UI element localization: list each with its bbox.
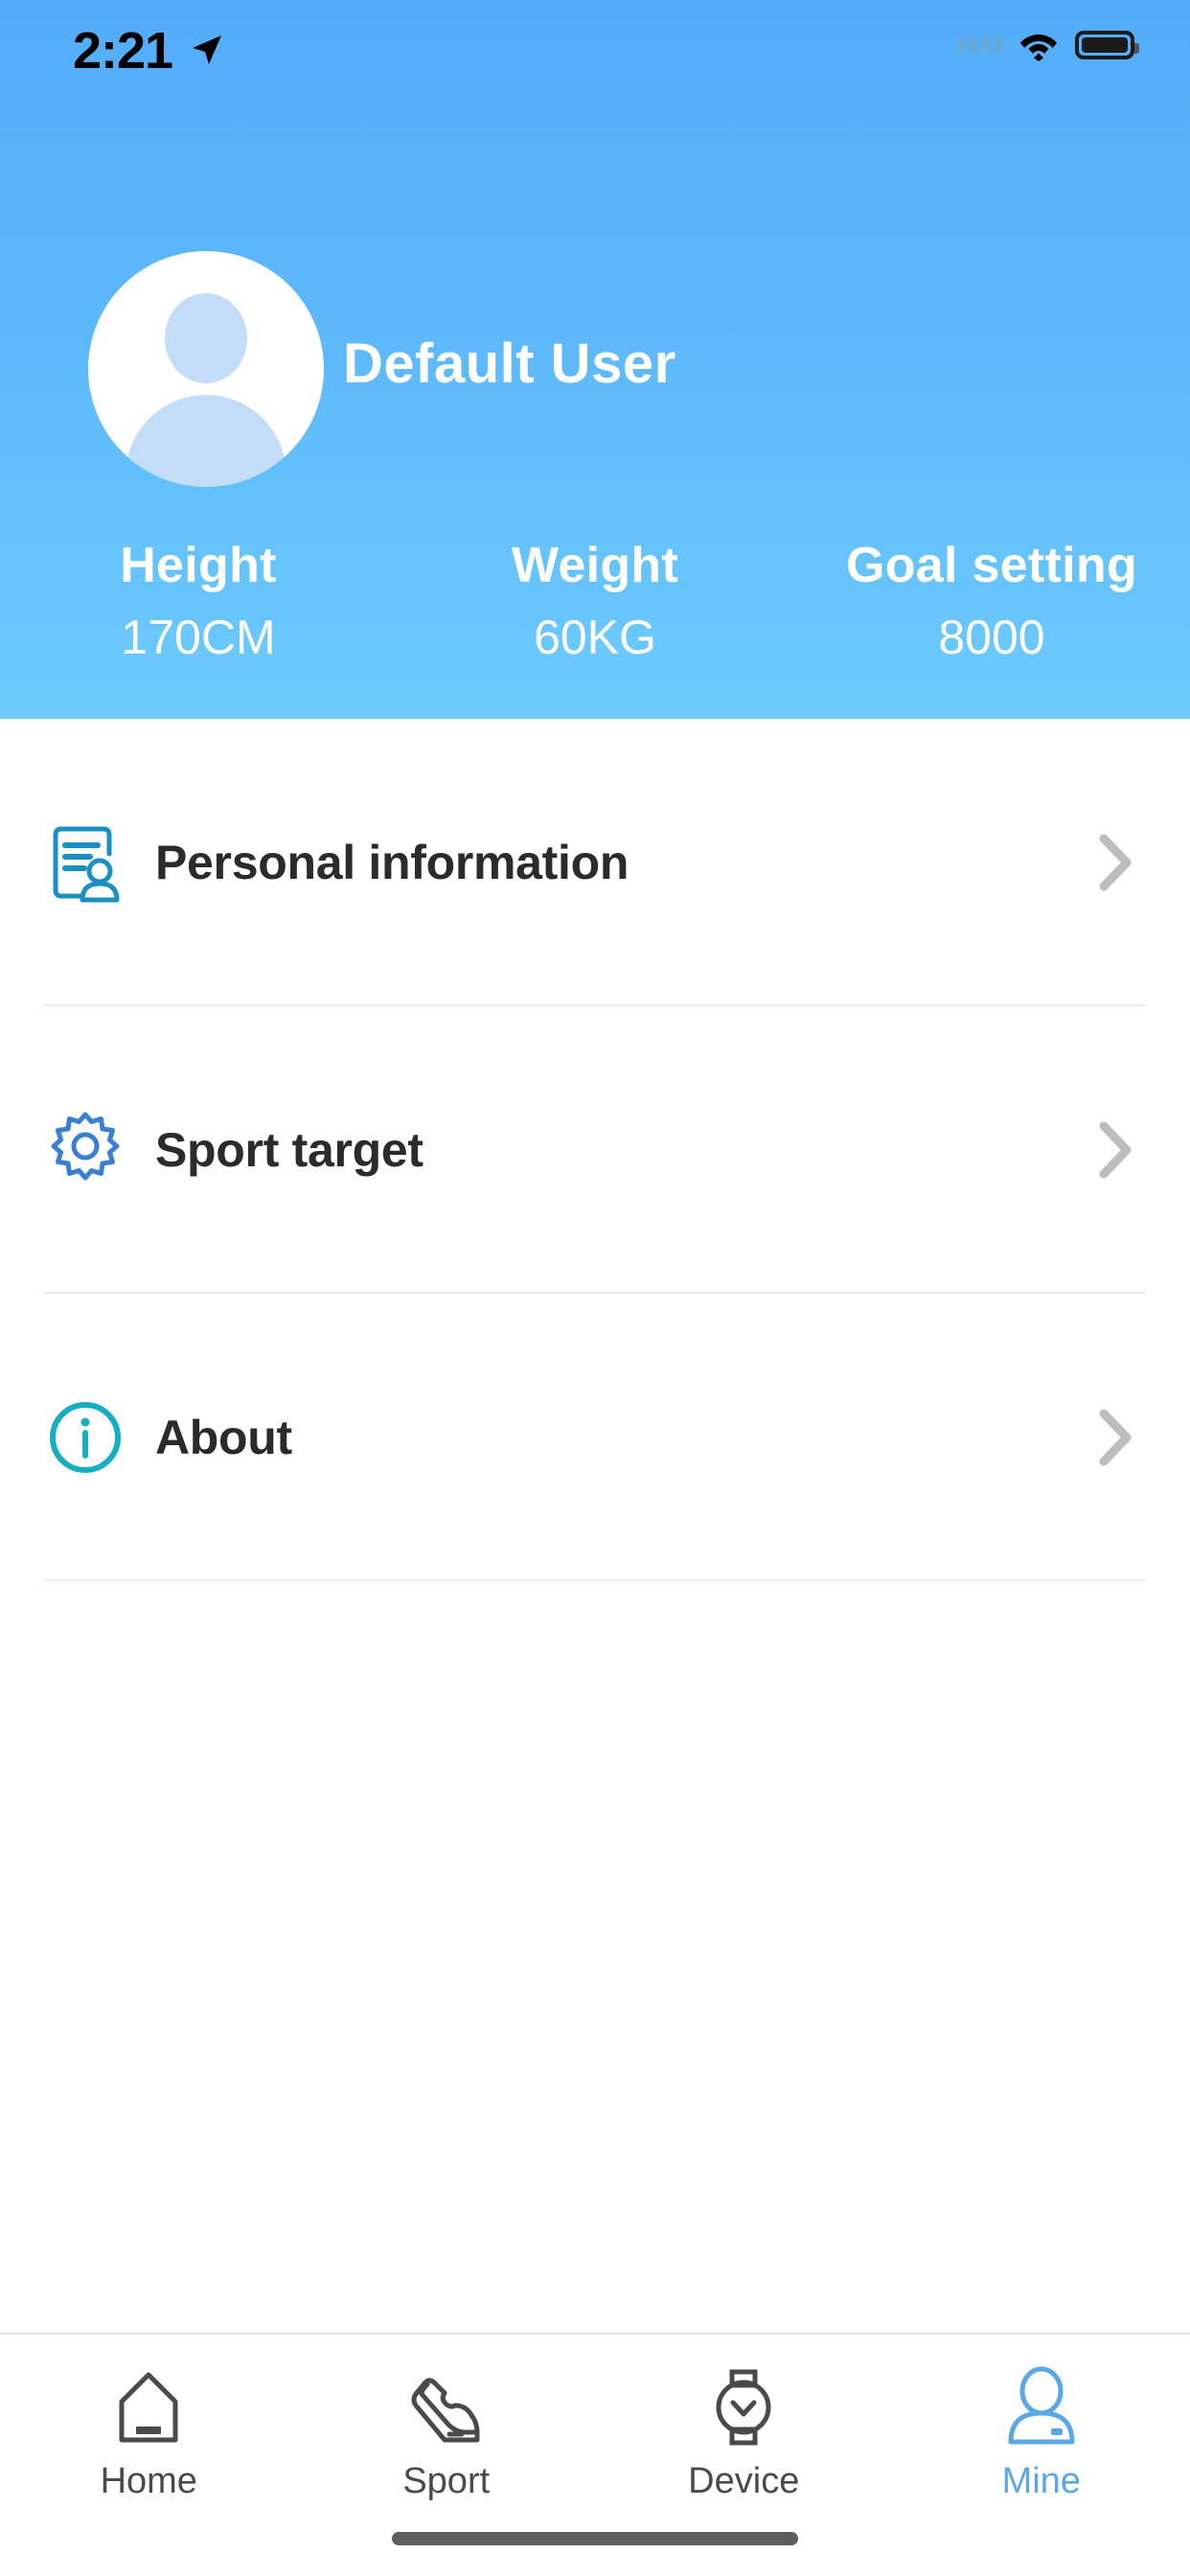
avatar[interactable] (88, 251, 324, 487)
tab-label: Home (100, 2461, 197, 2501)
settings-menu: Personal information Sport target About (0, 719, 1190, 1581)
watch-icon (699, 2363, 788, 2451)
shoe-icon (402, 2363, 491, 2451)
status-bar: 2:21 (0, 0, 1190, 105)
home-indicator[interactable] (392, 2532, 798, 2545)
menu-item-label: About (155, 1411, 292, 1464)
menu-item-about[interactable]: About (0, 1294, 1190, 1581)
tab-label: Device (688, 2461, 800, 2501)
chevron-right-icon[interactable] (1096, 833, 1134, 892)
stat-value: 170CM (121, 610, 276, 664)
status-time: 2:21 (73, 22, 173, 80)
app-screen: Default User Height 170CM Weight 60KG Go… (0, 0, 1190, 2576)
menu-item-personal-information[interactable]: Personal information (0, 719, 1190, 1006)
avatar-body-shape (126, 395, 286, 487)
chevron-right-icon[interactable] (1096, 1120, 1134, 1180)
menu-item-label: Personal information (155, 836, 629, 889)
tab-mine[interactable]: Mine (893, 2334, 1190, 2576)
profile-header: Default User Height 170CM Weight 60KG Go… (0, 0, 1190, 719)
profile-stats: Height 170CM Weight 60KG Goal setting 80… (0, 537, 1190, 665)
person-icon (997, 2363, 1086, 2451)
signal-dots-icon (957, 37, 1002, 53)
stat-label: Height (120, 538, 277, 593)
stat-label: Weight (511, 538, 679, 593)
status-indicators (957, 29, 1139, 61)
gear-icon (44, 1109, 126, 1191)
menu-item-sport-target[interactable]: Sport target (0, 1006, 1190, 1294)
wifi-icon (1020, 34, 1057, 61)
user-name: Default User (343, 333, 676, 395)
info-circle-icon (44, 1396, 126, 1479)
menu-item-label: Sport target (155, 1123, 423, 1177)
tab-home[interactable]: Home (0, 2334, 298, 2576)
tab-label: Sport (402, 2461, 491, 2501)
stat-value: 8000 (938, 610, 1045, 664)
stat-goal-setting[interactable]: Goal setting 8000 (793, 537, 1190, 665)
battery-full-icon (1075, 31, 1139, 59)
document-person-icon (44, 821, 126, 904)
stat-height[interactable]: Height 170CM (0, 537, 397, 665)
house-icon (104, 2363, 193, 2451)
chevron-right-icon[interactable] (1096, 1408, 1134, 1467)
stat-label: Goal setting (845, 538, 1138, 593)
row-divider (44, 1579, 1146, 1581)
avatar-head-shape (165, 293, 247, 383)
stat-value: 60KG (534, 610, 656, 664)
tab-label: Mine (1001, 2461, 1081, 2501)
location-arrow-icon (193, 35, 221, 64)
stat-weight[interactable]: Weight 60KG (397, 537, 793, 665)
